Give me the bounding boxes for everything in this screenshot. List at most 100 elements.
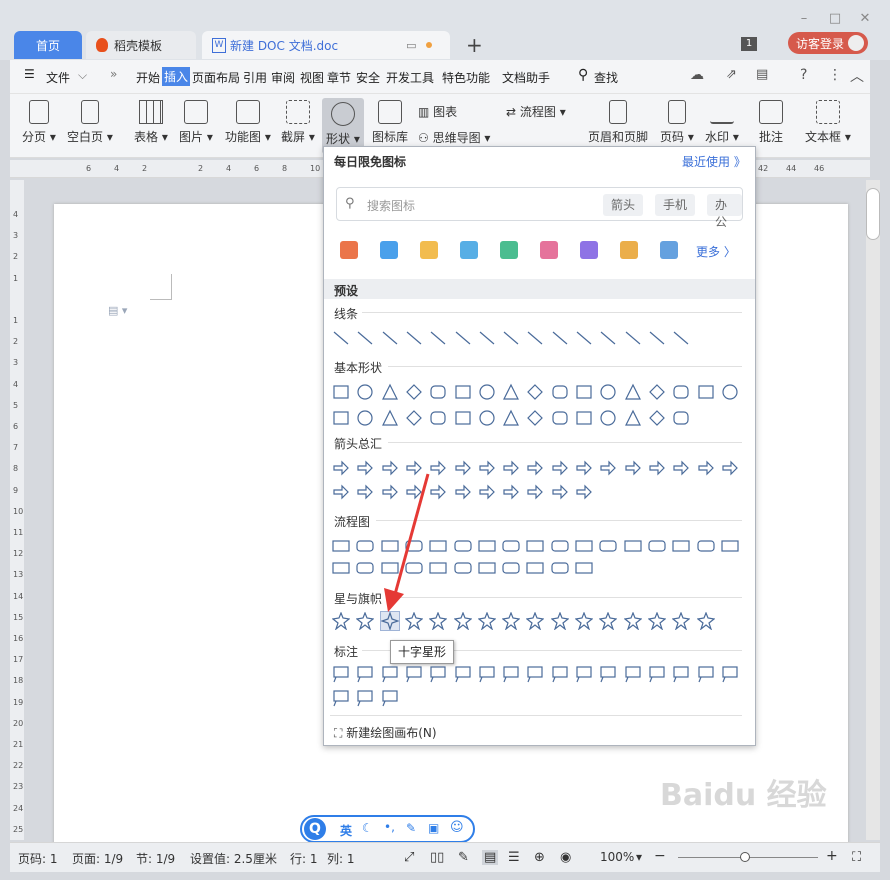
menu-special[interactable]: 特色功能 (442, 69, 490, 86)
free-icon[interactable] (460, 241, 478, 259)
callout-shape[interactable] (381, 689, 399, 707)
basic-shape[interactable] (478, 383, 496, 401)
table-button[interactable]: 表格 ▾ (134, 100, 168, 145)
read-mode-icon[interactable]: ▯▯ (430, 850, 444, 865)
basic-shape[interactable] (502, 409, 520, 427)
eye-icon[interactable]: ◉ (560, 850, 571, 865)
moon-icon[interactable]: ☾ (362, 821, 373, 835)
more-icon[interactable]: ⋮ (828, 67, 842, 83)
line-shape[interactable] (356, 329, 374, 347)
flow-shape[interactable] (332, 537, 350, 555)
basic-shape[interactable] (332, 409, 350, 427)
basic-shape[interactable] (405, 383, 423, 401)
fit-window-icon[interactable]: ⛶ (852, 850, 861, 865)
basic-shape[interactable] (526, 383, 544, 401)
arrow-shape[interactable] (575, 483, 593, 501)
page-view-icon[interactable]: ▤ (482, 850, 499, 865)
callout-shape[interactable] (697, 665, 715, 683)
line-shape[interactable] (599, 329, 617, 347)
menu-icon[interactable]: ☰ (24, 67, 35, 81)
callout-shape[interactable] (648, 665, 666, 683)
menu-page-layout[interactable]: 页面布局 (192, 69, 240, 86)
tab-document[interactable]: W 新建 DOC 文档.doc ▭ (202, 31, 450, 59)
menu-reference[interactable]: 引用 (243, 69, 267, 86)
basic-shape[interactable] (575, 409, 593, 427)
history-icon[interactable]: ▤ (756, 67, 768, 82)
flow-shape[interactable] (696, 537, 715, 555)
line-shape[interactable] (502, 329, 520, 347)
basic-shape[interactable] (672, 409, 690, 427)
arrow-shape[interactable] (502, 459, 520, 477)
basic-shape[interactable] (356, 383, 374, 401)
arrow-shape[interactable] (478, 459, 496, 477)
zoom-in-button[interactable]: + (826, 848, 838, 864)
arrow-shape[interactable] (697, 459, 715, 477)
callout-shape[interactable] (721, 665, 739, 683)
flow-shape[interactable] (453, 537, 472, 555)
free-icon[interactable] (420, 241, 438, 259)
flow-shape[interactable] (478, 559, 496, 577)
menu-insert[interactable]: 插入 (162, 67, 191, 86)
menu-chapter[interactable]: 章节 (327, 69, 351, 86)
flow-shape[interactable] (478, 537, 496, 555)
arrow-shape[interactable] (454, 483, 472, 501)
flow-shape[interactable] (526, 537, 544, 555)
menu-security[interactable]: 安全 (356, 69, 380, 86)
callout-shape[interactable] (405, 665, 423, 683)
callout-shape[interactable] (356, 689, 374, 707)
fullscreen-icon[interactable]: ⤢ (404, 850, 414, 865)
callout-shape[interactable] (672, 665, 690, 683)
basic-shape[interactable] (648, 409, 666, 427)
star-shape[interactable] (575, 612, 593, 630)
tab-daoke-template[interactable]: 稻壳模板 (86, 31, 196, 59)
arrow-shape[interactable] (502, 483, 520, 501)
star-shape[interactable] (502, 612, 521, 630)
icon-library-button[interactable]: 图标库 (372, 100, 408, 145)
paragraph-icon[interactable]: ▤ ▾ (108, 304, 127, 317)
star-shape[interactable] (623, 612, 642, 630)
basic-shape[interactable] (624, 409, 642, 427)
callout-shape[interactable] (332, 689, 350, 707)
line-shape[interactable] (454, 329, 472, 347)
wrench-icon[interactable]: ✎ (406, 821, 416, 835)
callout-shape[interactable] (575, 665, 593, 683)
flow-shape[interactable] (721, 537, 739, 555)
line-shape[interactable] (526, 329, 544, 347)
line-shape[interactable] (381, 329, 399, 347)
collapse-ribbon-icon[interactable]: ︿ (850, 66, 864, 86)
minimize-button[interactable]: – (797, 12, 811, 26)
more-menus-icon[interactable]: » (110, 67, 117, 81)
search-icon[interactable]: ⚲ (578, 67, 588, 83)
arrow-shape[interactable] (551, 483, 569, 501)
zoom-level[interactable]: 100% (600, 850, 634, 864)
free-icon[interactable] (660, 241, 678, 259)
flow-shape[interactable] (356, 537, 374, 555)
arrow-shape[interactable] (575, 459, 593, 477)
free-icon[interactable] (380, 241, 398, 259)
zoom-slider-handle[interactable] (740, 852, 750, 862)
basic-shape[interactable] (502, 383, 520, 401)
free-icon[interactable] (340, 241, 358, 259)
callout-shape[interactable] (454, 665, 472, 683)
arrow-shape[interactable] (332, 459, 350, 477)
menu-doc-assistant[interactable]: 文档助手 (502, 69, 550, 86)
basic-shape[interactable] (672, 383, 690, 401)
flow-shape[interactable] (648, 537, 666, 555)
callout-shape[interactable] (624, 665, 642, 683)
arrow-shape[interactable] (454, 459, 472, 477)
write-mode-icon[interactable]: ✎ (458, 850, 469, 865)
help-icon[interactable]: ? (800, 67, 807, 83)
flow-shape[interactable] (551, 537, 569, 555)
zoom-out-button[interactable]: − (654, 848, 666, 864)
zoom-dropdown-icon[interactable]: ▾ (636, 850, 642, 864)
callout-shape[interactable] (332, 665, 350, 683)
more-icons-link[interactable]: 更多 〉 (696, 243, 736, 260)
callout-shape[interactable] (526, 665, 544, 683)
arrow-shape[interactable] (356, 483, 374, 501)
line-shape[interactable] (478, 329, 496, 347)
line-shape[interactable] (575, 329, 593, 347)
share-icon[interactable]: ⇗ (726, 67, 737, 82)
line-shape[interactable] (624, 329, 642, 347)
tag-phone[interactable]: 手机 (655, 194, 696, 216)
callout-shape[interactable] (599, 665, 617, 683)
